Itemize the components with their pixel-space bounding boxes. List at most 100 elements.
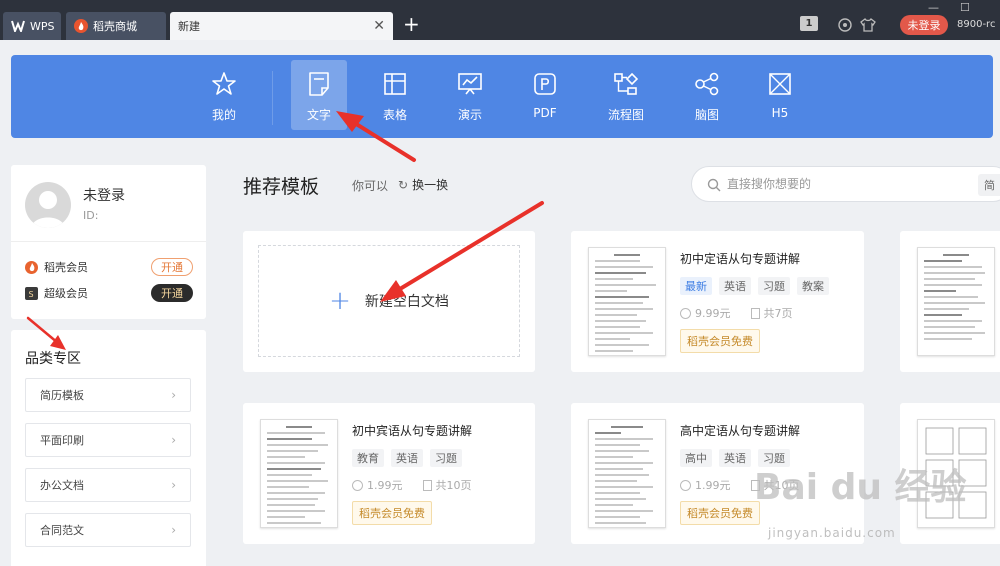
tag[interactable]: 习题 bbox=[758, 449, 790, 467]
toolbar-item-h5[interactable]: H5 bbox=[752, 60, 808, 130]
open-super-member-button[interactable]: 开通 bbox=[151, 284, 193, 302]
membership-daoke: 稻壳会员 开通 bbox=[25, 257, 193, 277]
toolbar-item-presentation[interactable]: 演示 bbox=[442, 60, 498, 130]
template-meta: 1.99元 共10页 bbox=[680, 477, 800, 493]
template-card[interactable]: 高中定语从句专题讲解 高中 英语 习题 1.99元 共10页 稻壳会员免费 bbox=[571, 403, 864, 544]
template-name[interactable]: 高中定语从句专题讲解 bbox=[680, 422, 800, 439]
pdf-icon bbox=[531, 70, 559, 98]
template-meta: 1.99元 共10页 bbox=[352, 477, 472, 493]
daoke-member-icon bbox=[25, 260, 38, 274]
refresh-icon: ↻ bbox=[398, 177, 409, 192]
template-pages: 共7页 bbox=[763, 307, 793, 320]
toolbar-label: 文字 bbox=[306, 108, 331, 122]
wps-logo-icon bbox=[11, 19, 25, 33]
category-label: 办公文档 bbox=[40, 479, 84, 492]
search-icon bbox=[707, 177, 721, 192]
template-meta: 9.99元 共7页 bbox=[680, 305, 793, 321]
toolbar-item-pdf[interactable]: PDF bbox=[517, 60, 573, 130]
flowchart-icon bbox=[612, 70, 640, 98]
template-card[interactable]: 初中定语从句专题讲解 最新 英语 习题 教案 9.99元 共7页 稻壳会员免费 bbox=[571, 231, 864, 372]
membership-super: S 超级会员 开通 bbox=[25, 283, 193, 303]
toolbar-item-spreadsheet[interactable]: 表格 bbox=[367, 60, 423, 130]
blank-document-card[interactable]: + 新建空白文档 bbox=[243, 231, 535, 372]
category-item-office[interactable]: 办公文档 › bbox=[25, 468, 191, 502]
category-item-contract[interactable]: 合同范文 › bbox=[25, 513, 191, 547]
close-icon[interactable]: ✕ bbox=[373, 18, 385, 34]
category-title: 品类专区 bbox=[25, 351, 81, 367]
user-card: 未登录 ID: 稻壳会员 开通 S 超级会员 开通 bbox=[11, 165, 206, 319]
category-card: 品类专区 简历模板 › 平面印刷 › 办公文档 › 合同范文 › bbox=[11, 330, 206, 566]
template-thumbnail bbox=[917, 419, 995, 528]
tag[interactable]: 教案 bbox=[797, 277, 829, 295]
search-input[interactable] bbox=[727, 175, 967, 193]
category-label: 合同范文 bbox=[40, 524, 84, 537]
chevron-right-icon: › bbox=[171, 388, 176, 402]
toolbar-label: H5 bbox=[771, 106, 789, 120]
refresh-label: 换一换 bbox=[412, 178, 449, 192]
category-label: 平面印刷 bbox=[40, 434, 84, 447]
page-icon bbox=[750, 307, 760, 319]
super-member-icon: S bbox=[25, 286, 38, 300]
toolbar-item-mindmap[interactable]: 脑图 bbox=[679, 60, 735, 130]
template-pages: 共10页 bbox=[435, 479, 472, 492]
tab-bar: WPS 稻壳商城 新建 ✕ + 1 未登录 8900-rc — ☐ bbox=[0, 0, 1000, 40]
hint-text: 你可以 bbox=[352, 179, 389, 193]
open-daoke-member-button[interactable]: 开通 bbox=[151, 258, 193, 276]
maximize-icon[interactable]: ☐ bbox=[960, 1, 970, 14]
skin-icon[interactable] bbox=[838, 16, 852, 34]
toolbar-label: 我的 bbox=[211, 108, 236, 122]
template-card-partial[interactable] bbox=[900, 403, 1000, 544]
document-icon bbox=[305, 70, 333, 98]
toolbar-divider bbox=[272, 71, 273, 125]
toolbar-item-writer[interactable]: 文字 bbox=[291, 60, 347, 130]
window-count-badge[interactable]: 1 bbox=[800, 16, 818, 31]
tab-wps[interactable]: WPS bbox=[3, 12, 61, 40]
tab-daoke-store[interactable]: 稻壳商城 bbox=[66, 12, 166, 40]
template-card-partial[interactable] bbox=[900, 231, 1000, 372]
toolbar-item-mine[interactable]: 我的 bbox=[196, 60, 252, 130]
template-thumbnail bbox=[588, 247, 666, 356]
login-button[interactable]: 未登录 bbox=[900, 15, 948, 35]
page-icon bbox=[422, 479, 432, 491]
template-price: 1.99元 bbox=[695, 479, 731, 492]
version-text: 8900-rc bbox=[957, 19, 996, 30]
tag[interactable]: 高中 bbox=[680, 449, 712, 467]
refresh-button[interactable]: ↻ 换一换 bbox=[398, 176, 448, 193]
user-name[interactable]: 未登录 bbox=[83, 185, 125, 205]
user-id: ID: bbox=[83, 209, 99, 222]
tab-new[interactable]: 新建 ✕ bbox=[170, 12, 393, 40]
toolbar-item-flowchart[interactable]: 流程图 bbox=[598, 60, 654, 130]
category-item-resume[interactable]: 简历模板 › bbox=[25, 378, 191, 412]
tag[interactable]: 最新 bbox=[680, 277, 712, 295]
toolbar-label: 演示 bbox=[457, 108, 482, 122]
tag[interactable]: 英语 bbox=[391, 449, 423, 467]
tag[interactable]: 教育 bbox=[352, 449, 384, 467]
search-mode-button[interactable]: 简 bbox=[978, 174, 1000, 196]
tag[interactable]: 英语 bbox=[719, 277, 751, 295]
shirt-icon[interactable] bbox=[860, 16, 876, 34]
template-price: 1.99元 bbox=[367, 479, 403, 492]
template-name[interactable]: 初中定语从句专题讲解 bbox=[680, 250, 800, 267]
avatar[interactable] bbox=[25, 182, 71, 228]
toolbar-label: 流程图 bbox=[607, 108, 644, 122]
minimize-icon[interactable]: — bbox=[928, 1, 939, 14]
toolbar-label: 脑图 bbox=[694, 108, 719, 122]
new-document-toolbar: 我的 文字 表格 演示 PDF 流程图 脑图 H5 bbox=[11, 55, 993, 138]
template-card[interactable]: 初中宾语从句专题讲解 教育 英语 习题 1.99元 共10页 稻壳会员免费 bbox=[243, 403, 535, 544]
coin-icon bbox=[680, 307, 691, 319]
tag[interactable]: 习题 bbox=[430, 449, 462, 467]
tag[interactable]: 英语 bbox=[719, 449, 751, 467]
tag[interactable]: 习题 bbox=[758, 277, 790, 295]
h5-icon bbox=[766, 70, 794, 98]
coin-icon bbox=[680, 479, 691, 491]
add-tab-icon[interactable]: + bbox=[403, 14, 420, 34]
member-free-badge: 稻壳会员免费 bbox=[680, 329, 760, 353]
template-pages: 共10页 bbox=[763, 479, 800, 492]
new-blank-document-button[interactable]: + 新建空白文档 bbox=[258, 245, 520, 357]
flame-icon bbox=[74, 19, 88, 33]
template-tags: 教育 英语 习题 bbox=[352, 449, 469, 467]
category-item-print[interactable]: 平面印刷 › bbox=[25, 423, 191, 457]
template-name[interactable]: 初中宾语从句专题讲解 bbox=[352, 422, 472, 439]
member-free-badge: 稻壳会员免费 bbox=[680, 501, 760, 525]
membership-label: 超级会员 bbox=[44, 287, 88, 300]
